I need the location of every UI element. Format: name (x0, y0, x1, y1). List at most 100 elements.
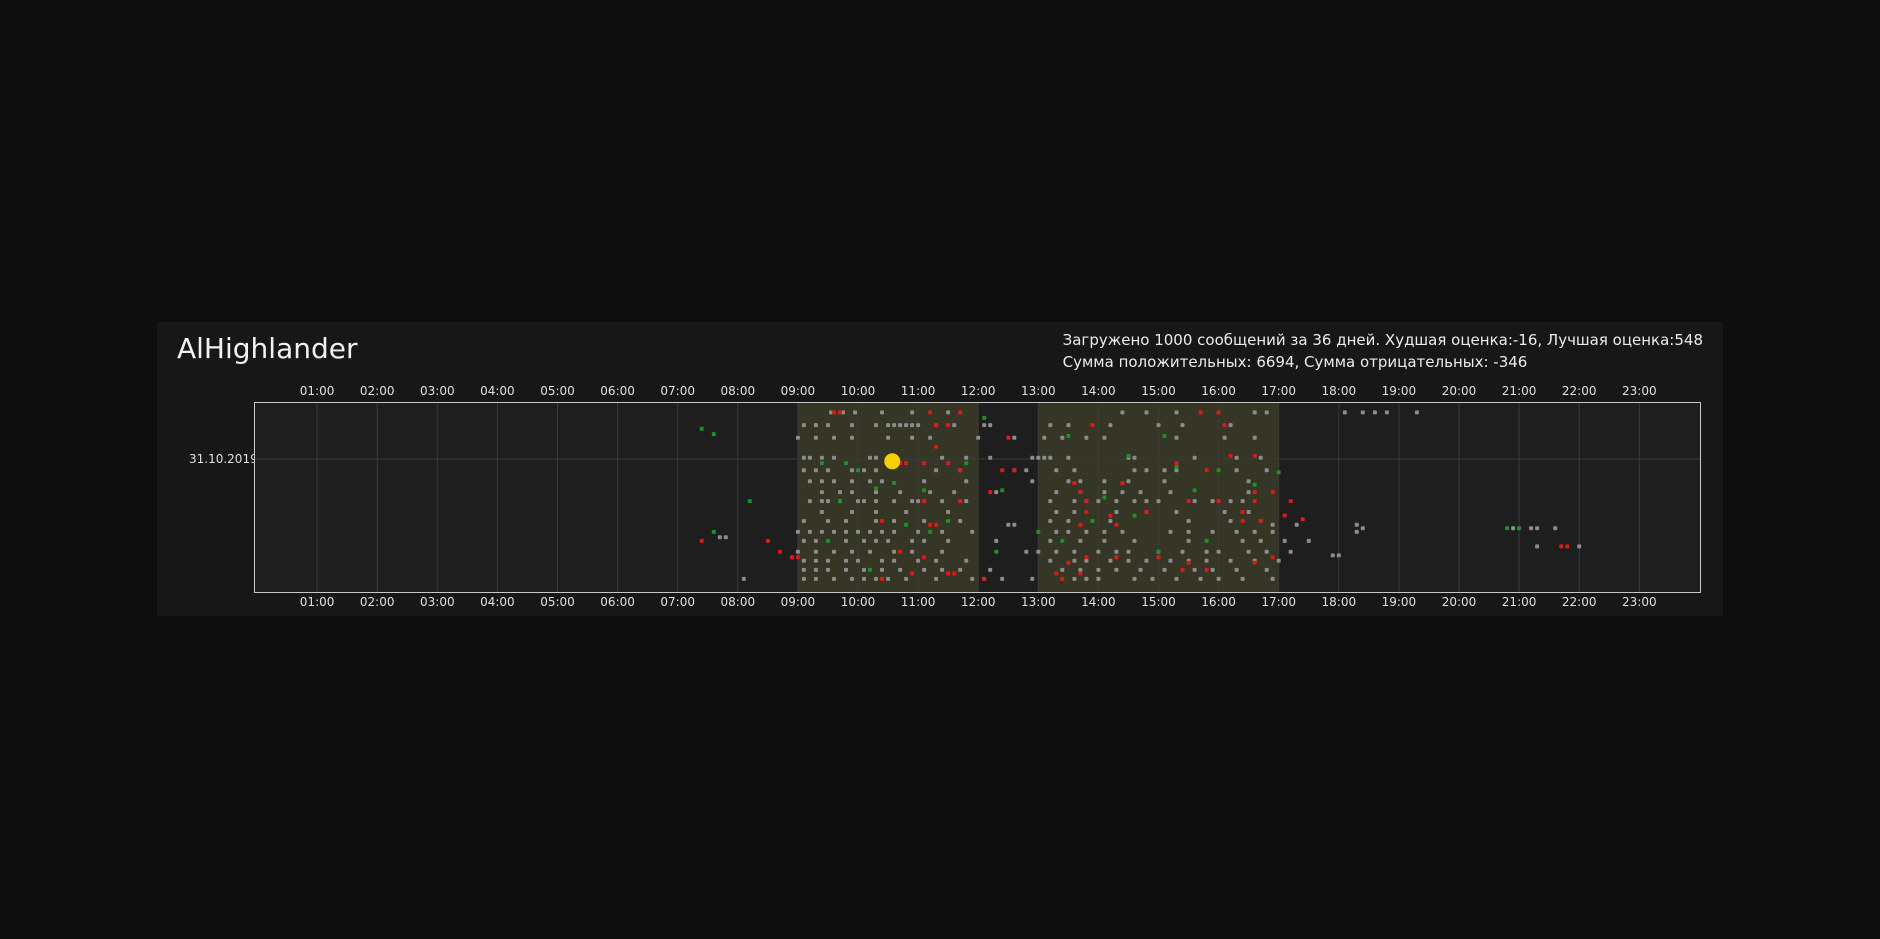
message-point-neutral[interactable] (874, 423, 878, 428)
message-point-neutral[interactable] (819, 529, 824, 534)
message-point-positive[interactable] (711, 529, 716, 534)
message-point-neutral[interactable] (892, 423, 897, 428)
message-point-neutral[interactable] (1198, 576, 1203, 581)
message-point-neutral[interactable] (1228, 519, 1233, 523)
message-point-neutral[interactable] (1168, 529, 1173, 534)
message-point-negative[interactable] (910, 571, 915, 576)
message-point-neutral[interactable] (1192, 455, 1197, 460)
message-point-negative[interactable] (1282, 513, 1287, 518)
message-point-neutral[interactable] (886, 435, 891, 440)
message-point-neutral[interactable] (904, 510, 909, 514)
message-point-neutral[interactable] (1577, 544, 1582, 549)
message-point-neutral[interactable] (838, 490, 842, 495)
message-point-neutral[interactable] (819, 499, 824, 504)
message-point-neutral[interactable] (1066, 455, 1071, 460)
message-point-neutral[interactable] (1084, 558, 1089, 563)
message-point-neutral[interactable] (910, 435, 915, 440)
message-point-neutral[interactable] (1240, 538, 1245, 543)
message-point-neutral[interactable] (813, 468, 818, 473)
message-point-neutral[interactable] (1174, 410, 1179, 415)
message-point-neutral[interactable] (1228, 499, 1233, 504)
message-point-neutral[interactable] (1096, 576, 1101, 581)
message-point-neutral[interactable] (856, 558, 860, 563)
message-point-neutral[interactable] (994, 538, 999, 543)
message-point-neutral[interactable] (1144, 468, 1149, 473)
message-point-neutral[interactable] (844, 567, 848, 572)
message-point-neutral[interactable] (880, 529, 884, 534)
message-point-positive[interactable] (1162, 434, 1167, 438)
message-point-negative[interactable] (1060, 576, 1065, 581)
message-point-neutral[interactable] (1138, 567, 1143, 572)
message-point-neutral[interactable] (807, 499, 812, 504)
message-point-neutral[interactable] (1072, 549, 1077, 554)
message-point-neutral[interactable] (1084, 529, 1089, 534)
message-point-neutral[interactable] (1342, 410, 1347, 415)
message-point-neutral[interactable] (1216, 549, 1221, 554)
message-point-neutral[interactable] (1210, 529, 1215, 534)
message-point-neutral[interactable] (1024, 549, 1029, 554)
message-point-neutral[interactable] (880, 410, 884, 415)
message-point-neutral[interactable] (946, 538, 951, 543)
message-point-negative[interactable] (934, 423, 939, 428)
message-point-neutral[interactable] (1252, 435, 1257, 440)
message-point-neutral[interactable] (856, 499, 860, 504)
message-point-neutral[interactable] (1174, 435, 1179, 440)
message-point-neutral[interactable] (1006, 522, 1011, 527)
message-point-negative[interactable] (1114, 522, 1119, 527)
message-point-neutral[interactable] (1204, 549, 1209, 554)
message-point-neutral[interactable] (892, 499, 897, 504)
message-point-neutral[interactable] (1048, 423, 1053, 428)
message-point-neutral[interactable] (1180, 549, 1185, 554)
message-point-neutral[interactable] (1276, 558, 1281, 563)
message-point-neutral[interactable] (1120, 529, 1125, 534)
message-point-neutral[interactable] (916, 529, 921, 534)
message-point-neutral[interactable] (826, 558, 830, 563)
message-point-positive[interactable] (1517, 526, 1522, 531)
message-point-neutral[interactable] (874, 538, 878, 543)
message-point-negative[interactable] (1084, 555, 1089, 560)
message-point-neutral[interactable] (1066, 479, 1071, 484)
message-point-neutral[interactable] (850, 576, 854, 581)
message-point-neutral[interactable] (1054, 490, 1059, 495)
message-point-neutral[interactable] (910, 549, 915, 554)
message-point-positive[interactable] (868, 567, 872, 572)
message-point-neutral[interactable] (874, 490, 878, 495)
message-point-neutral[interactable] (880, 567, 884, 572)
message-point-neutral[interactable] (1228, 423, 1233, 428)
message-point-neutral[interactable] (856, 529, 860, 534)
message-point-positive[interactable] (1204, 538, 1209, 543)
message-point-neutral[interactable] (850, 549, 854, 554)
message-point-neutral[interactable] (1354, 529, 1359, 534)
message-point-neutral[interactable] (1264, 567, 1269, 572)
message-point-neutral[interactable] (844, 558, 848, 563)
message-point-neutral[interactable] (928, 435, 933, 440)
message-point-neutral[interactable] (813, 558, 818, 563)
message-point-neutral[interactable] (994, 490, 999, 495)
message-point-negative[interactable] (1174, 461, 1179, 466)
message-point-positive[interactable] (1102, 495, 1107, 500)
message-point-negative[interactable] (1006, 435, 1011, 440)
message-point-neutral[interactable] (1048, 538, 1053, 543)
message-point-neutral[interactable] (1132, 499, 1137, 504)
message-point-neutral[interactable] (1535, 544, 1540, 549)
message-point-positive[interactable] (928, 529, 933, 534)
message-point-neutral[interactable] (1240, 576, 1245, 581)
message-point-neutral[interactable] (1234, 529, 1239, 534)
message-point-neutral[interactable] (813, 576, 818, 581)
message-point-neutral[interactable] (801, 455, 806, 460)
message-point-positive[interactable] (964, 461, 969, 466)
message-point-neutral[interactable] (874, 510, 878, 514)
message-point-positive[interactable] (1036, 529, 1041, 534)
message-point-neutral[interactable] (844, 538, 848, 543)
message-point-neutral[interactable] (1246, 510, 1251, 514)
message-point-neutral[interactable] (910, 538, 915, 543)
message-point-neutral[interactable] (813, 549, 818, 554)
message-point-neutral[interactable] (813, 435, 818, 440)
message-point-neutral[interactable] (1264, 410, 1269, 415)
message-point-negative[interactable] (838, 410, 842, 415)
message-point-neutral[interactable] (898, 567, 903, 572)
message-point-negative[interactable] (777, 549, 782, 554)
message-point-positive[interactable] (747, 499, 752, 504)
message-point-neutral[interactable] (1258, 455, 1263, 460)
message-point-neutral[interactable] (1192, 567, 1197, 572)
